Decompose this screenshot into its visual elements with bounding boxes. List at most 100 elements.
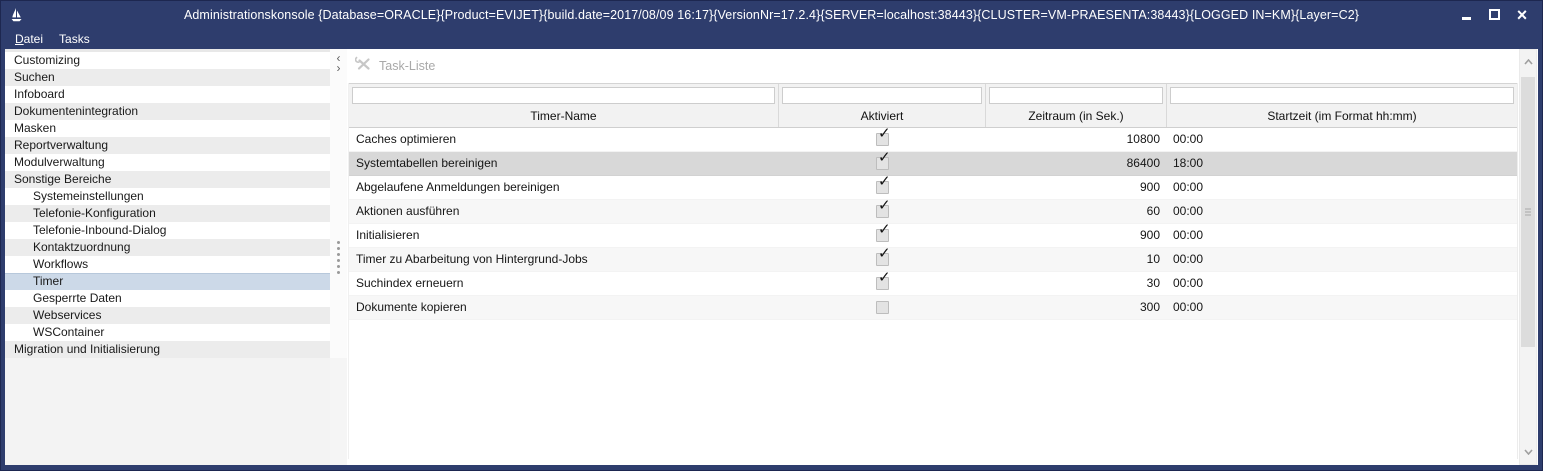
table-row-caches-optimieren[interactable]: Caches optimieren✓1080000:00 — [349, 128, 1517, 152]
startzeit-cell: 00:00 — [1167, 272, 1517, 295]
aktiviert-checkbox[interactable]: ✓ — [876, 181, 889, 194]
table-row-aktionen-ausf-hren[interactable]: Aktionen ausführen ✓ 6000:00 — [349, 200, 1517, 224]
timer-name-cell: Timer zu Abarbeitung von Hintergrund-Job… — [349, 248, 779, 271]
menu-item-datei[interactable]: Datei — [7, 30, 51, 48]
sidebar-item-timer[interactable]: Timer — [5, 273, 330, 290]
filter-input-timer-name[interactable] — [352, 87, 775, 104]
sidebar-item-infoboard[interactable]: Infoboard — [5, 86, 330, 103]
aktiviert-checkbox[interactable]: ✓ — [876, 253, 889, 266]
sidebar-item-reportverwaltung[interactable]: Reportverwaltung — [5, 137, 330, 154]
app-window: Administrationskonsole {Database=ORACLE}… — [0, 0, 1543, 471]
check-icon: ✓ — [878, 128, 891, 141]
column-header-aktiviert[interactable]: Aktiviert — [779, 84, 986, 127]
tools-icon — [355, 56, 372, 77]
panel-title: Task-Liste — [379, 59, 435, 73]
maximize-button[interactable] — [1480, 4, 1508, 26]
sidebar-item-webservices[interactable]: Webservices — [5, 307, 330, 324]
sidebar-item-systemeinstellungen[interactable]: Systemeinstellungen — [5, 188, 330, 205]
splitter-gutter[interactable]: ‹ › — [330, 49, 347, 465]
scroll-down-button[interactable] — [1520, 440, 1536, 464]
timer-name-cell: Aktionen ausführen — [349, 200, 779, 223]
aktiviert-cell: ✓ — [779, 152, 986, 175]
sidebar-item-modulverwaltung[interactable]: Modulverwaltung — [5, 154, 330, 171]
sidebar-item-masken[interactable]: Masken — [5, 120, 330, 137]
aktiviert-cell: ✓ — [779, 272, 986, 295]
vertical-scrollbar[interactable] — [1519, 49, 1537, 465]
scrollbar-grip-icon — [1525, 209, 1531, 216]
column-label-aktiviert: Aktiviert — [779, 106, 985, 127]
sidebar-item-wscontainer[interactable]: WSContainer — [5, 324, 330, 341]
aktiviert-cell: ✓ — [779, 248, 986, 271]
column-header-startzeit-im-format-hh-mm[interactable]: Startzeit (im Format hh:mm) — [1167, 84, 1517, 127]
aktiviert-checkbox[interactable]: ✓ — [876, 133, 889, 146]
sidebar-item-kontaktzuordnung[interactable]: Kontaktzuordnung — [5, 239, 330, 256]
app-sailboat-icon — [10, 7, 23, 23]
timer-name-cell: Systemtabellen bereinigen — [349, 152, 779, 175]
check-icon: ✓ — [878, 224, 891, 237]
task-table: Timer-NameAktiviertZeitraum (in Sek.)Sta… — [348, 83, 1518, 459]
zeitraum-cell: 300 — [986, 296, 1167, 319]
sidebar-item-telefonie-inbound-dialog[interactable]: Telefonie-Inbound-Dialog — [5, 222, 330, 239]
titlebar: Administrationskonsole {Database=ORACLE}… — [1, 1, 1542, 28]
column-label-startzeit-im-format-hh-mm: Startzeit (im Format hh:mm) — [1167, 106, 1517, 127]
sidebar-item-customizing[interactable]: Customizing — [5, 52, 330, 69]
startzeit-cell: 00:00 — [1167, 296, 1517, 319]
check-icon: ✓ — [878, 200, 891, 213]
table-row-initialisieren[interactable]: Initialisieren✓90000:00 — [349, 224, 1517, 248]
table-body: Caches optimieren✓1080000:00Systemtabell… — [349, 128, 1517, 320]
sidebar-item-migration-und-initialisierung[interactable]: Migration und Initialisierung — [5, 341, 330, 358]
column-header-zeitraum-in-sek[interactable]: Zeitraum (in Sek.) — [986, 84, 1167, 127]
aktiviert-cell: ✓ — [779, 224, 986, 247]
window-title: Administrationskonsole {Database=ORACLE}… — [121, 8, 1422, 22]
sidebar-item-dokumentenintegration[interactable]: Dokumentenintegration — [5, 103, 330, 120]
filter-input-aktiviert[interactable] — [782, 87, 982, 104]
timer-name-cell: Caches optimieren — [349, 128, 779, 151]
sidebar-item-sonstige-bereiche[interactable]: Sonstige Bereiche — [5, 171, 330, 188]
sidebar: CustomizingSuchenInfoboardDokumenteninte… — [5, 49, 330, 465]
filter-input-startzeit-im-format-hh-mm[interactable] — [1170, 87, 1514, 104]
chevron-down-icon — [1524, 449, 1533, 455]
content: CustomizingSuchenInfoboardDokumenteninte… — [5, 49, 1538, 465]
gutter-filler — [330, 358, 347, 465]
scrollbar-thumb[interactable] — [1521, 77, 1535, 347]
sidebar-item-telefonie-konfiguration[interactable]: Telefonie-Konfiguration — [5, 205, 330, 222]
column-header-timer-name[interactable]: Timer-Name — [349, 84, 779, 127]
column-label-zeitraum-in-sek: Zeitraum (in Sek.) — [986, 106, 1166, 127]
aktiviert-checkbox[interactable] — [876, 301, 889, 314]
table-row-dokumente-kopieren[interactable]: Dokumente kopieren 30000:00 — [349, 296, 1517, 320]
expand-right-icon[interactable]: › — [337, 63, 341, 73]
startzeit-cell: 00:00 — [1167, 224, 1517, 247]
aktiviert-checkbox[interactable]: ✓ — [876, 157, 889, 170]
table-row-systemtabellen-bereinigen[interactable]: Systemtabellen bereinigen✓8640018:00 — [349, 152, 1517, 176]
chevron-up-icon — [1524, 59, 1533, 65]
maximize-icon — [1489, 9, 1500, 20]
startzeit-cell: 00:00 — [1167, 128, 1517, 151]
table-row-suchindex-erneuern[interactable]: Suchindex erneuern✓3000:00 — [349, 272, 1517, 296]
table-row-abgelaufene-anmeldungen-bereinigen[interactable]: Abgelaufene Anmeldungen bereinigen✓90000… — [349, 176, 1517, 200]
sidebar-item-suchen[interactable]: Suchen — [5, 69, 330, 86]
startzeit-cell: 00:00 — [1167, 248, 1517, 271]
sidebar-filler — [5, 358, 330, 465]
timer-name-cell: Dokumente kopieren — [349, 296, 779, 319]
aktiviert-checkbox[interactable]: ✓ — [876, 229, 889, 242]
column-label-timer-name: Timer-Name — [349, 106, 778, 127]
zeitraum-cell: 60 — [986, 200, 1167, 223]
table-header: Timer-NameAktiviertZeitraum (in Sek.)Sta… — [349, 83, 1517, 128]
minimize-button[interactable] — [1452, 4, 1480, 26]
scroll-up-button[interactable] — [1520, 50, 1536, 74]
aktiviert-checkbox[interactable]: ✓ — [876, 205, 889, 218]
close-button[interactable]: × — [1508, 4, 1536, 26]
sidebar-item-workflows[interactable]: Workflows — [5, 256, 330, 273]
filter-input-zeitraum-in-sek[interactable] — [989, 87, 1163, 104]
minimize-icon — [1462, 17, 1471, 20]
startzeit-cell: 00:00 — [1167, 200, 1517, 223]
table-row-timer-zu-abarbeitung-von-hintergrund-jobs[interactable]: Timer zu Abarbeitung von Hintergrund-Job… — [349, 248, 1517, 272]
aktiviert-cell: ✓ — [779, 200, 986, 223]
sidebar-item-gesperrte-daten[interactable]: Gesperrte Daten — [5, 290, 330, 307]
aktiviert-checkbox[interactable]: ✓ — [876, 277, 889, 290]
splitter-grip[interactable] — [330, 241, 347, 274]
menu-item-tasks[interactable]: Tasks — [51, 30, 98, 48]
check-icon: ✓ — [878, 272, 891, 285]
zeitraum-cell: 30 — [986, 272, 1167, 295]
menubar: DateiTasks — [1, 28, 1542, 49]
